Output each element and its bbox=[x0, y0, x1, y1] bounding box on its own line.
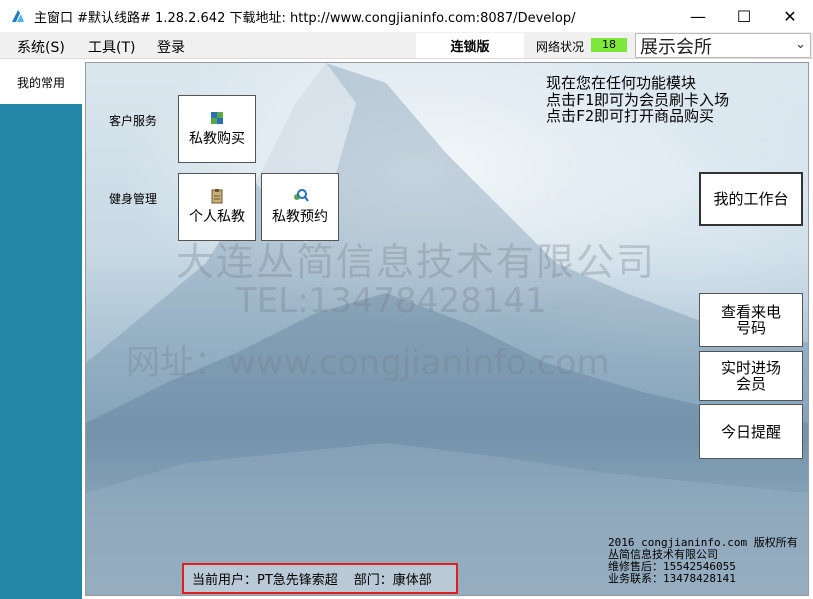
clipboard-icon bbox=[211, 189, 223, 204]
live-entry-button[interactable]: 实时进场 会员 bbox=[699, 351, 803, 401]
caller-id-button[interactable]: 查看来电 号码 bbox=[699, 293, 803, 347]
title-bar: 主窗口 #默认线路# 1.28.2.642 下载地址: http://www.c… bbox=[0, 0, 813, 32]
venue-select[interactable]: 展示会所 ⌄ bbox=[635, 33, 811, 58]
edition-label: 连锁版 bbox=[416, 33, 524, 58]
department-label: 部门：康体部 bbox=[353, 573, 432, 588]
current-user-label: 当前用户：PT急先锋索超 bbox=[192, 573, 338, 588]
watermark-site: 网址：www.congjianinfo.com bbox=[126, 343, 610, 383]
live-entry-label-line2: 会员 bbox=[735, 375, 766, 393]
main-panel: 大连丛简信息技术有限公司 TEL:13478428141 网址：www.cong… bbox=[85, 62, 809, 596]
section-customer-service: 客户服务 bbox=[109, 114, 158, 128]
personal-trainer-label: 个人私教 bbox=[189, 209, 245, 225]
today-reminder-button[interactable]: 今日提醒 bbox=[699, 404, 803, 459]
window-title: 主窗口 #默认线路# 1.28.2.642 下载地址: http://www.c… bbox=[34, 10, 576, 26]
live-entry-label-line1: 实时进场 bbox=[720, 359, 781, 377]
caller-id-label-line1: 查看来电 bbox=[720, 303, 781, 321]
section-fitness-management: 健身管理 bbox=[109, 192, 158, 206]
watermark-tel: TEL:13478428141 bbox=[236, 281, 547, 321]
hint-line-1: 现在您在任何功能模块 bbox=[546, 74, 697, 92]
sidebar: 我的常用 bbox=[0, 60, 82, 599]
menu-login[interactable]: 登录 bbox=[157, 37, 185, 57]
pt-purchase-label: 私教购买 bbox=[189, 131, 245, 147]
hint-line-2: 点击F1即可为会员刷卡入场 bbox=[546, 91, 730, 109]
menu-system[interactable]: 系统(S) bbox=[17, 37, 65, 57]
close-button[interactable]: ✕ bbox=[767, 0, 813, 32]
user-search-icon bbox=[294, 189, 309, 202]
chevron-down-icon[interactable]: ⌄ bbox=[795, 37, 806, 52]
caller-id-label-line2: 号码 bbox=[735, 319, 766, 337]
my-workbench-button[interactable]: 我的工作台 bbox=[699, 172, 803, 226]
network-status-value: 18 bbox=[591, 38, 627, 52]
hint-line-3: 点击F2即可打开商品购买 bbox=[546, 107, 715, 125]
app-logo-icon bbox=[12, 10, 24, 22]
pt-purchase-button[interactable]: 私教购买 bbox=[178, 95, 256, 163]
venue-selected-value: 展示会所 bbox=[640, 36, 712, 58]
business-phone: 业务联系：13478428141 bbox=[608, 572, 736, 585]
network-status-label: 网络状况 bbox=[536, 40, 585, 54]
copyright-block: 2016 congjianinfo.com 版权所有 丛简信息技术有限公司 维修… bbox=[608, 537, 798, 585]
shopping-grid-icon bbox=[211, 112, 223, 124]
pt-booking-label: 私教预约 bbox=[272, 209, 328, 225]
menu-tools[interactable]: 工具(T) bbox=[88, 37, 135, 57]
pt-booking-button[interactable]: 私教预约 bbox=[261, 173, 339, 241]
personal-trainer-button[interactable]: 个人私教 bbox=[178, 173, 256, 241]
current-user-status: 当前用户：PT急先锋索超 部门：康体部 bbox=[182, 563, 458, 594]
maximize-button[interactable]: ☐ bbox=[721, 0, 767, 32]
minimize-button[interactable]: — bbox=[675, 0, 721, 32]
sidebar-tab-favorites[interactable]: 我的常用 bbox=[0, 60, 82, 104]
